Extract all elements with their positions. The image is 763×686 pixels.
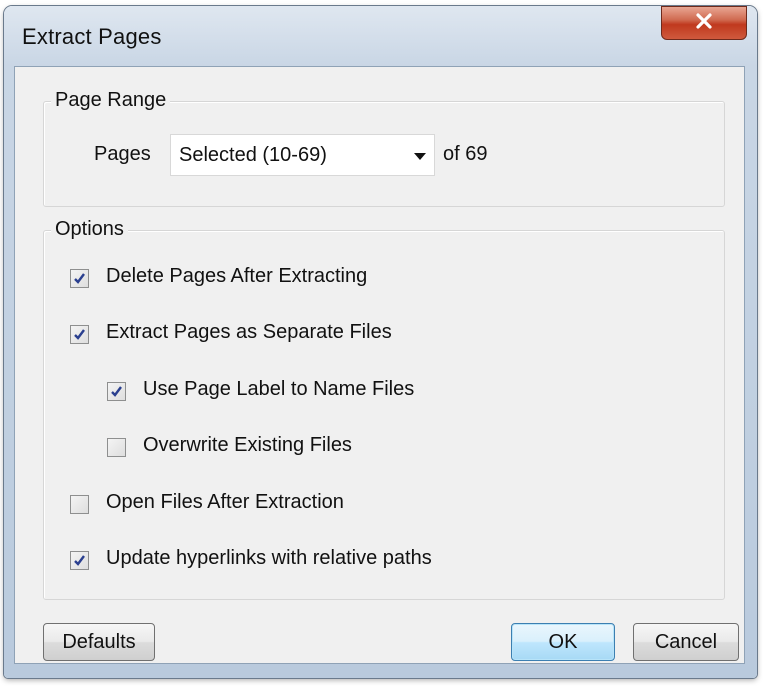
options-label: Options (51, 218, 128, 241)
close-icon (696, 12, 712, 34)
open-after-extraction-label: Open Files After Extraction (106, 491, 344, 513)
update-hyperlinks-checkbox[interactable] (70, 551, 89, 570)
pages-dropdown[interactable]: Selected (10-69) (170, 134, 435, 176)
chevron-down-icon (414, 153, 426, 160)
update-hyperlinks-label: Update hyperlinks with relative paths (106, 547, 432, 569)
checkmark-icon (74, 555, 85, 566)
overwrite-files-checkbox[interactable] (107, 438, 126, 457)
page-count-label: of 69 (443, 143, 488, 165)
checkmark-icon (74, 273, 85, 284)
extract-pages-dialog: Extract Pages Page Range Pages Selected … (4, 6, 757, 678)
checkmark-icon (74, 329, 85, 340)
open-after-extraction-checkbox[interactable] (70, 495, 89, 514)
page-label-names-checkbox[interactable] (107, 382, 126, 401)
checkmark-icon (111, 386, 122, 397)
page-label-names-label: Use Page Label to Name Files (143, 378, 415, 400)
delete-pages-label: Delete Pages After Extracting (106, 265, 368, 287)
defaults-button[interactable]: Defaults (43, 623, 155, 661)
window-title: Extract Pages (22, 24, 162, 49)
cancel-button[interactable]: Cancel (633, 623, 739, 661)
separate-files-checkbox[interactable] (70, 325, 89, 344)
title-bar[interactable]: Extract Pages (4, 6, 757, 66)
dialog-body: Page Range Pages Selected (10-69) of 69 … (14, 66, 745, 664)
pages-dropdown-value: Selected (10-69) (179, 144, 327, 166)
separate-files-label: Extract Pages as Separate Files (106, 321, 392, 343)
overwrite-files-label: Overwrite Existing Files (143, 434, 352, 456)
pages-label: Pages (94, 143, 151, 165)
ok-button[interactable]: OK (511, 623, 615, 661)
delete-pages-checkbox[interactable] (70, 269, 89, 288)
page-range-label: Page Range (51, 89, 171, 112)
close-button[interactable] (661, 6, 747, 40)
